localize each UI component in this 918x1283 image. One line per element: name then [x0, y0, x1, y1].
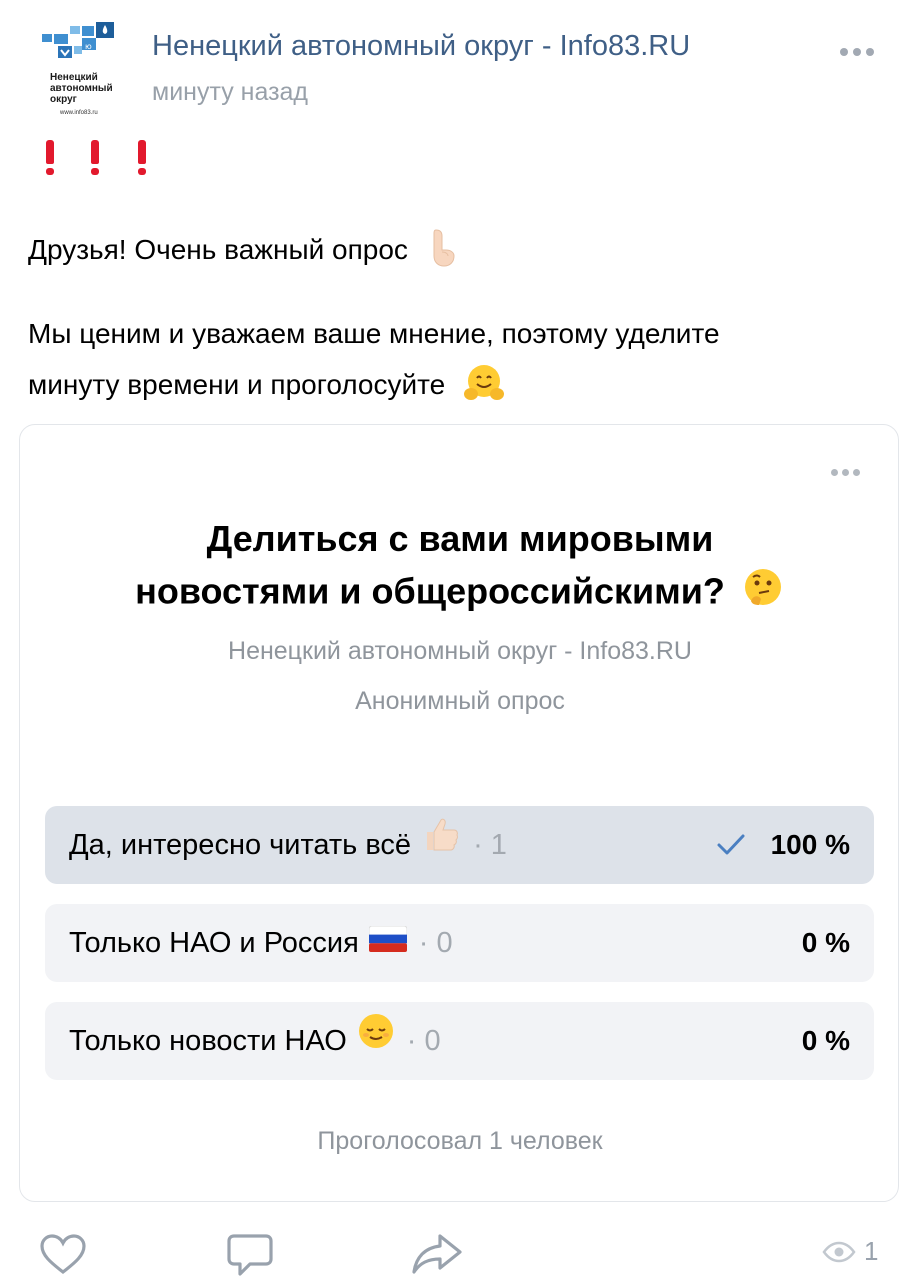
- poll-title-line: новостями и общероссийскими?: [20, 565, 900, 623]
- poll-option-percent: 0 %: [801, 1025, 850, 1056]
- exclamation-icon: [132, 140, 152, 176]
- post-actions: 1: [0, 1216, 918, 1280]
- poll-option-count: · 0: [418, 927, 453, 959]
- hugging-face-icon: [463, 362, 505, 411]
- poll-more-icon[interactable]: [831, 469, 860, 476]
- poll-option-count: · 0: [406, 1025, 441, 1057]
- post-author[interactable]: Ненецкий автономный округ - Info83.RU: [152, 30, 690, 63]
- poll-option[interactable]: Только НАО и Россия · 0 0 %: [45, 904, 874, 982]
- post-text-line: Мы ценим и уважаем ваше мнение, поэтому …: [28, 318, 720, 349]
- poll-title: Делиться с вами мировыми новостями и общ…: [20, 513, 900, 623]
- svg-text:ю: ю: [85, 42, 92, 51]
- like-icon[interactable]: [38, 1232, 88, 1281]
- community-avatar[interactable]: ю Ненецкий автономный округ www.info83.ru: [30, 22, 122, 122]
- poll-option-percent: 100 %: [770, 829, 850, 860]
- check-icon: [717, 834, 745, 855]
- exclamation-icon: [40, 140, 60, 176]
- post-time: минуту назад: [152, 78, 309, 106]
- russia-flag-icon: [368, 904, 408, 982]
- logo-text: Ненецкий автономный округ: [50, 72, 113, 105]
- poll-voters[interactable]: Проголосовал 1 человек: [20, 1127, 900, 1156]
- poll-option-label: Только новости НАО · 0: [69, 1002, 441, 1080]
- post-header: ю Ненецкий автономный округ www.info83.ru …: [0, 0, 918, 140]
- thumbs-up-icon: [421, 806, 461, 884]
- relieved-face-icon: [357, 1002, 395, 1080]
- poll-option[interactable]: Только новости НАО · 0 0 %: [45, 1002, 874, 1080]
- poll-kind: Анонимный опрос: [355, 687, 565, 715]
- poll-option-percent: 0 %: [801, 927, 850, 958]
- logo-icon: ю: [42, 22, 114, 58]
- share-icon[interactable]: [410, 1232, 464, 1281]
- poll-title-line: Делиться с вами мировыми: [206, 518, 714, 559]
- thinking-face-icon: [741, 565, 785, 623]
- views-counter: 1: [822, 1236, 878, 1267]
- post-text-line: Друзья! Очень важный опрос: [28, 228, 460, 275]
- logo-url: www.info83.ru: [60, 110, 98, 116]
- poll-owner[interactable]: Ненецкий автономный округ - Info83.RU: [20, 637, 900, 666]
- exclamation-icon: [85, 140, 105, 176]
- comment-icon[interactable]: [226, 1232, 274, 1283]
- poll-card: Делиться с вами мировыми новостями и общ…: [19, 424, 899, 1202]
- poll-option[interactable]: Да, интересно читать всё · 1 100 %: [45, 806, 874, 884]
- eye-icon: [822, 1241, 856, 1262]
- views-count: 1: [864, 1236, 879, 1266]
- poll-option-label: Только НАО и Россия · 0: [69, 904, 453, 982]
- poll-option-count: · 1: [473, 829, 507, 861]
- pointing-down-icon: [426, 228, 460, 275]
- post-more-icon[interactable]: [840, 40, 880, 64]
- post-text-line: минуту времени и проголосуйте: [28, 362, 505, 411]
- poll-option-label: Да, интересно читать всё · 1: [69, 806, 507, 884]
